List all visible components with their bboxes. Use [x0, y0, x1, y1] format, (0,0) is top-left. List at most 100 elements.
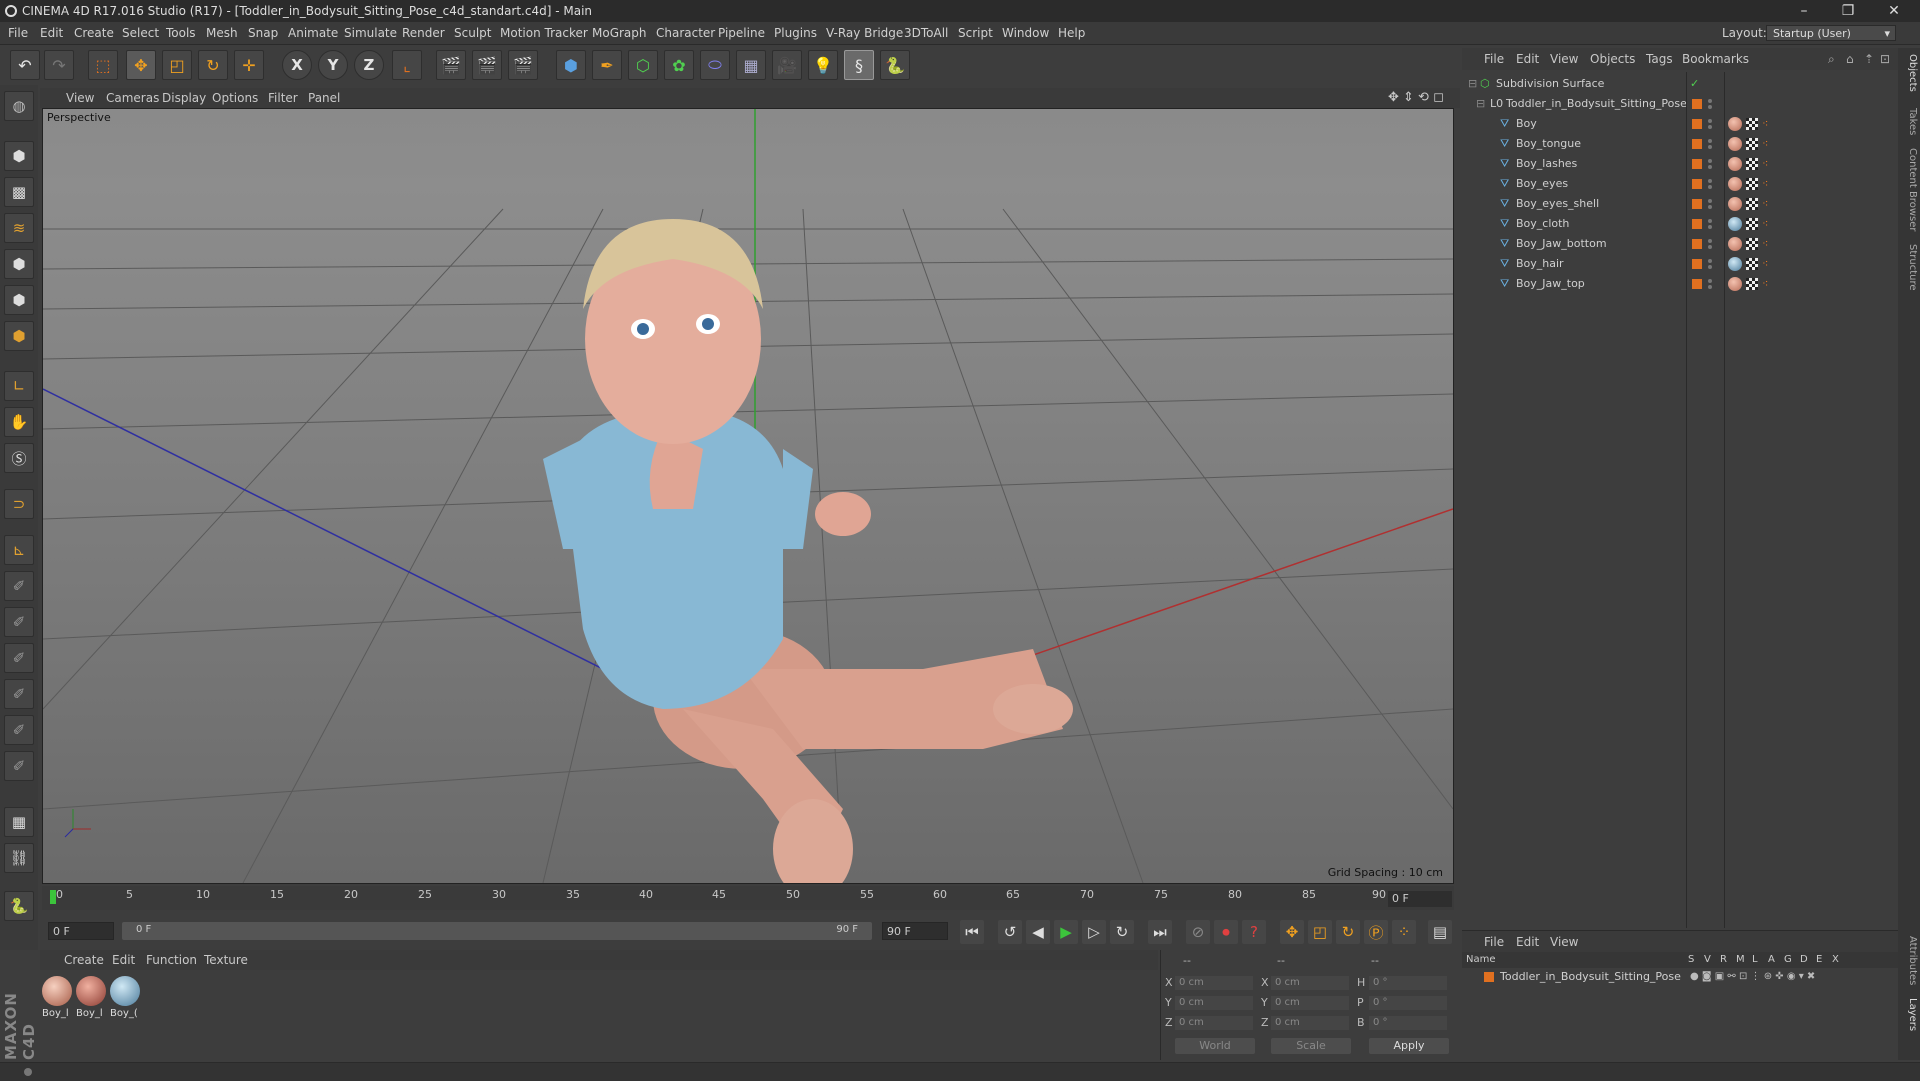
visibility-editor-dot[interactable] — [1708, 239, 1712, 243]
layer-color-swatch[interactable] — [1692, 179, 1702, 189]
phong-tag-icon[interactable]: ⁖ — [1762, 198, 1774, 210]
key-rotation-button[interactable]: ↻ — [1336, 920, 1360, 944]
record-keys-button[interactable]: ⊘ — [1186, 920, 1210, 944]
menu-vray-bridge[interactable]: V-Ray Bridge — [826, 22, 903, 44]
visibility-render-dot[interactable] — [1708, 225, 1712, 229]
next-frame-button[interactable]: ▷ — [1082, 920, 1106, 944]
object-row[interactable]: ⛛ Boy_cloth ⁖ — [1462, 214, 1898, 234]
3d-viewport[interactable]: Perspective Grid Spacing: 10 cm — [42, 108, 1454, 884]
key-scale-button[interactable]: ◰ — [1308, 920, 1332, 944]
menu-snap[interactable]: Snap — [248, 22, 278, 44]
cube-button[interactable]: ⬢ — [556, 50, 586, 80]
menu-simulate[interactable]: Simulate — [344, 22, 397, 44]
object-row[interactable]: ⛛ Boy_lashes ⁖ — [1462, 154, 1898, 174]
uvw-tag-icon[interactable] — [1746, 178, 1758, 190]
layout-select[interactable]: Startup (User) ▾ — [1766, 25, 1896, 41]
object-row[interactable]: ⛛ Boy_tongue ⁖ — [1462, 134, 1898, 154]
collapse-icon[interactable]: ⊟ — [1468, 74, 1477, 94]
search-icon[interactable]: ⌕ — [1828, 48, 1835, 70]
key-parameter-button[interactable]: Ⓟ — [1364, 920, 1388, 944]
viewport-menu-filter[interactable]: Filter — [268, 88, 298, 108]
object-row-group[interactable]: ⊟ L0 Toddler_in_Bodysuit_Sitting_Pose — [1462, 94, 1898, 114]
minimize-button[interactable]: – — [1784, 0, 1824, 22]
menu-mesh[interactable]: Mesh — [206, 22, 238, 44]
material-menu-create[interactable]: Create — [64, 950, 104, 970]
previous-frame-button[interactable]: ◀ — [1026, 920, 1050, 944]
visibility-editor-dot[interactable] — [1708, 279, 1712, 283]
tweak-mode-button[interactable]: ✋ — [4, 407, 34, 437]
texture-mode-button[interactable]: ▩ — [4, 177, 34, 207]
enabled-check-icon[interactable]: ✓ — [1690, 74, 1699, 94]
deformer-button[interactable]: ⬭ — [700, 50, 730, 80]
end-frame-field[interactable]: 90 F — [882, 922, 948, 940]
material-tag-icon[interactable] — [1728, 217, 1742, 231]
visibility-render-dot[interactable] — [1708, 105, 1712, 109]
axis-lock-button[interactable]: ⊾ — [4, 535, 34, 565]
visibility-render-dot[interactable] — [1708, 145, 1712, 149]
visibility-editor-dot[interactable] — [1708, 159, 1712, 163]
menu-motion-tracker[interactable]: Motion Tracker — [500, 22, 588, 44]
rotation-b-field[interactable]: 0 ° — [1369, 1016, 1447, 1030]
timeline-ruler[interactable]: 0 5 10 15 20 25 30 35 40 45 50 55 60 65 … — [42, 886, 1454, 910]
brush-tool-6-button[interactable]: ✐ — [4, 751, 34, 781]
world-dropdown[interactable]: World — [1175, 1038, 1255, 1054]
column-separator[interactable] — [1686, 72, 1687, 928]
close-button[interactable]: ✕ — [1874, 0, 1914, 22]
floor-button[interactable]: ▦ — [736, 50, 766, 80]
layer-color-swatch[interactable] — [1692, 259, 1702, 269]
phong-tag-icon[interactable]: ⁖ — [1762, 138, 1774, 150]
layer-color-swatch[interactable] — [1484, 972, 1494, 982]
position-z-field[interactable]: 0 cm — [1175, 1016, 1253, 1030]
start-frame-field[interactable]: 0 F — [48, 922, 114, 940]
frame-range-slider[interactable]: 0 F 90 F — [122, 922, 872, 940]
menu-plugins[interactable]: Plugins — [774, 22, 817, 44]
edges-mode-button[interactable]: ⬢ — [4, 285, 34, 315]
menu-3dtoall[interactable]: 3DToAll — [904, 22, 948, 44]
object-row[interactable]: ⛛ Boy_eyes ⁖ — [1462, 174, 1898, 194]
position-x-field[interactable]: 0 cm — [1175, 976, 1253, 990]
material-tag-icon[interactable] — [1728, 257, 1742, 271]
x-axis-button[interactable]: X — [282, 50, 312, 80]
uvw-tag-icon[interactable] — [1746, 198, 1758, 210]
material-menu-edit[interactable]: Edit — [112, 950, 135, 970]
visibility-editor-dot[interactable] — [1708, 199, 1712, 203]
layer-color-swatch[interactable] — [1692, 279, 1702, 289]
menu-character[interactable]: Character — [656, 22, 715, 44]
viewport-menu-panel[interactable]: Panel — [308, 88, 340, 108]
object-row[interactable]: ⛛ Boy_hair ⁖ — [1462, 254, 1898, 274]
tab-objects[interactable]: Objects — [1900, 54, 1918, 92]
uvw-tag-icon[interactable] — [1746, 158, 1758, 170]
layer-color-swatch[interactable] — [1692, 99, 1702, 109]
viewport-menu-options[interactable]: Options — [212, 88, 258, 108]
tab-attributes[interactable]: Attributes — [1900, 936, 1918, 985]
phong-tag-icon[interactable]: ⁖ — [1762, 118, 1774, 130]
brush-tool-5-button[interactable]: ✐ — [4, 715, 34, 745]
visibility-editor-dot[interactable] — [1708, 219, 1712, 223]
move-tool-button[interactable]: ✥ — [126, 50, 156, 80]
layer-color-swatch[interactable] — [1692, 159, 1702, 169]
tab-structure[interactable]: Structure — [1900, 244, 1918, 291]
tab-takes[interactable]: Takes — [1900, 108, 1918, 135]
redo-button[interactable]: ↷ — [44, 50, 74, 80]
material-swatch[interactable] — [42, 976, 72, 1006]
size-z-field[interactable]: 0 cm — [1271, 1016, 1349, 1030]
viewport-navigation-icons[interactable]: ✥ ⇕ ⟲ ◻ — [1388, 88, 1444, 108]
axis-mode-button[interactable]: ∟ — [4, 371, 34, 401]
menu-edit[interactable]: Edit — [40, 22, 63, 44]
visibility-editor-dot[interactable] — [1708, 119, 1712, 123]
material-tag-icon[interactable] — [1728, 137, 1742, 151]
position-y-field[interactable]: 0 cm — [1175, 996, 1253, 1010]
layer-color-swatch[interactable] — [1692, 219, 1702, 229]
object-menu-tags[interactable]: Tags — [1646, 48, 1673, 70]
home-icon[interactable]: ⌂ — [1846, 48, 1854, 70]
menu-script[interactable]: Script — [958, 22, 993, 44]
visibility-editor-dot[interactable] — [1708, 259, 1712, 263]
object-menu-file[interactable]: File — [1484, 48, 1504, 70]
menu-help[interactable]: Help — [1058, 22, 1085, 44]
next-key-button[interactable]: ↻ — [1110, 920, 1134, 944]
object-row[interactable]: ⛛ Boy_Jaw_bottom ⁖ — [1462, 234, 1898, 254]
make-editable-button[interactable]: ◍ — [4, 91, 34, 121]
grid-floor-button[interactable]: ▦ — [4, 807, 34, 837]
viewport-menu-view[interactable]: View — [66, 88, 94, 108]
material-menu-function[interactable]: Function — [146, 950, 197, 970]
